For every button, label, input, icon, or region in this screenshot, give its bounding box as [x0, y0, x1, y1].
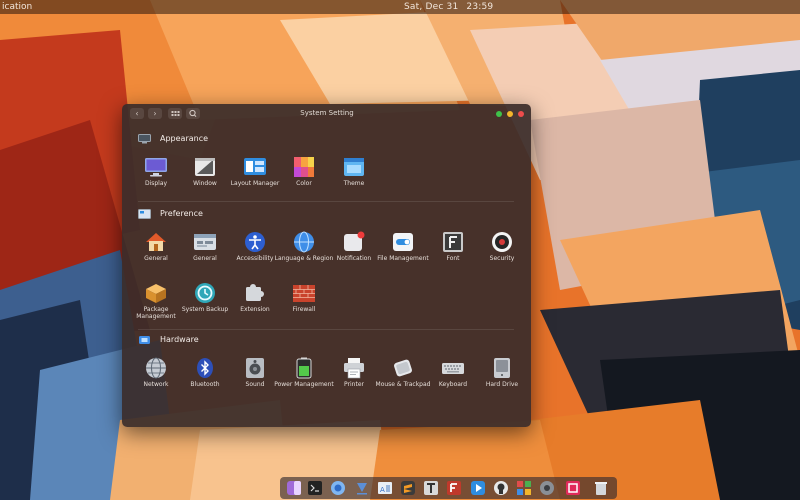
hard-drive-icon — [494, 358, 510, 378]
maximize-button[interactable] — [496, 111, 502, 117]
clock[interactable]: Sat, Dec 31 23:59 — [404, 0, 493, 14]
settings-item-printer[interactable]: Printer — [327, 357, 381, 397]
extension-puzzle-icon — [246, 284, 264, 301]
screenshot-icon[interactable] — [565, 480, 581, 496]
settings-item-extension[interactable]: Extension — [228, 282, 282, 322]
keyboard-icon — [442, 363, 464, 374]
forward-button[interactable]: › — [148, 108, 162, 119]
item-label: Security — [489, 255, 515, 262]
settings-item-hard-drive[interactable]: Hard Drive — [475, 357, 529, 397]
media-player-icon[interactable] — [470, 480, 486, 496]
backup-icon — [195, 283, 215, 303]
network-globe-icon — [146, 357, 166, 379]
home-icon — [146, 233, 166, 251]
section-title: Appearance — [160, 134, 209, 143]
window-title: System Setting — [300, 109, 354, 117]
settings-item-system-backup[interactable]: System Backup — [178, 282, 232, 322]
speaker-icon — [246, 358, 264, 378]
item-label: Firewall — [292, 306, 316, 313]
settings-item-keyboard[interactable]: Keyboard — [426, 357, 480, 397]
layout-manager-icon — [244, 158, 266, 175]
settings-item-window[interactable]: Window — [178, 156, 232, 196]
color-palette-icon — [294, 157, 314, 177]
section-title: Hardware — [160, 335, 199, 344]
settings-item-notification[interactable]: Notification — [327, 231, 381, 271]
svg-text:A: A — [380, 486, 385, 494]
theme-icon — [344, 158, 364, 176]
settings-item-color[interactable]: Color — [277, 156, 331, 196]
search-icon — [189, 109, 197, 117]
display-icon — [145, 158, 167, 177]
section-title: Preference — [160, 209, 203, 218]
general-panel-icon — [194, 234, 216, 250]
clock-time: 23:59 — [466, 2, 494, 12]
search-button[interactable] — [186, 108, 200, 119]
settings-item-font[interactable]: Font — [426, 231, 480, 271]
trash-icon[interactable] — [593, 480, 609, 496]
settings-item-firewall[interactable]: Firewall — [277, 282, 331, 322]
package-icon — [146, 284, 166, 303]
mouse-icon — [394, 359, 412, 377]
document-viewer-icon[interactable]: A — [377, 480, 393, 496]
active-app-name[interactable]: ication — [2, 0, 32, 14]
system-setting-window: ‹ › System Setting Appearance Display Wi… — [122, 104, 531, 427]
security-icon — [492, 232, 512, 252]
sublime-text-icon[interactable] — [400, 480, 416, 496]
settings-item-general-panel[interactable]: General — [178, 231, 232, 271]
hardware-icon — [139, 336, 150, 344]
titlebar[interactable]: ‹ › System Setting — [122, 104, 531, 123]
typora-icon[interactable] — [423, 480, 439, 496]
settings-item-package-management[interactable]: Package Management — [129, 282, 183, 322]
settings-item-sound[interactable]: Sound — [228, 357, 282, 397]
app-grid-icon[interactable] — [516, 480, 532, 496]
language-globe-icon — [294, 231, 314, 253]
browser-icon[interactable] — [330, 480, 346, 496]
minimize-button[interactable] — [507, 111, 513, 117]
settings-item-accessibility[interactable]: Accessibility — [228, 231, 282, 271]
item-label: Theme — [343, 180, 365, 187]
font-icon — [443, 232, 463, 252]
settings-item-bluetooth[interactable]: Bluetooth — [178, 357, 232, 397]
terminal-icon[interactable] — [307, 480, 323, 496]
settings-item-mouse-trackpad[interactable]: Mouse & Trackpad — [376, 357, 430, 397]
settings-item-security[interactable]: Security — [475, 231, 529, 271]
settings-icon[interactable] — [539, 480, 555, 496]
filezilla-icon[interactable] — [446, 480, 462, 496]
printer-icon — [344, 358, 364, 379]
window-icon — [195, 158, 215, 176]
settings-item-network[interactable]: Network — [129, 357, 183, 397]
settings-item-language-region[interactable]: Language & Region — [275, 231, 333, 271]
battery-icon — [296, 357, 312, 379]
settings-item-layout-manager[interactable]: Layout Manager — [228, 156, 282, 196]
close-button[interactable] — [518, 111, 524, 117]
divider — [138, 329, 514, 330]
divider — [138, 201, 514, 202]
notification-icon — [344, 231, 365, 251]
settings-item-file-management[interactable]: File Management — [376, 231, 430, 271]
settings-item-theme[interactable]: Theme — [327, 156, 381, 196]
dock: A — [280, 477, 617, 499]
preference-icon — [138, 209, 151, 219]
top-panel: ication Sat, Dec 31 23:59 — [0, 0, 800, 14]
bluetooth-icon — [197, 358, 213, 378]
settings-item-display[interactable]: Display — [129, 156, 183, 196]
finder-icon[interactable] — [286, 480, 302, 496]
file-management-icon — [393, 233, 413, 251]
grid-view-button[interactable] — [168, 108, 182, 119]
back-button[interactable]: ‹ — [130, 108, 144, 119]
monitor-icon — [138, 134, 151, 144]
accessibility-icon — [245, 232, 265, 252]
settings-item-power-management[interactable]: Power Management — [274, 357, 334, 397]
item-label: Hard Drive — [485, 381, 519, 388]
downloads-icon[interactable] — [354, 480, 370, 496]
github-icon[interactable] — [493, 480, 509, 496]
clock-date: Sat, Dec 31 — [404, 2, 459, 12]
grid-icon — [171, 111, 180, 116]
settings-item-general-home[interactable]: General — [129, 231, 183, 271]
firewall-icon — [293, 285, 315, 302]
